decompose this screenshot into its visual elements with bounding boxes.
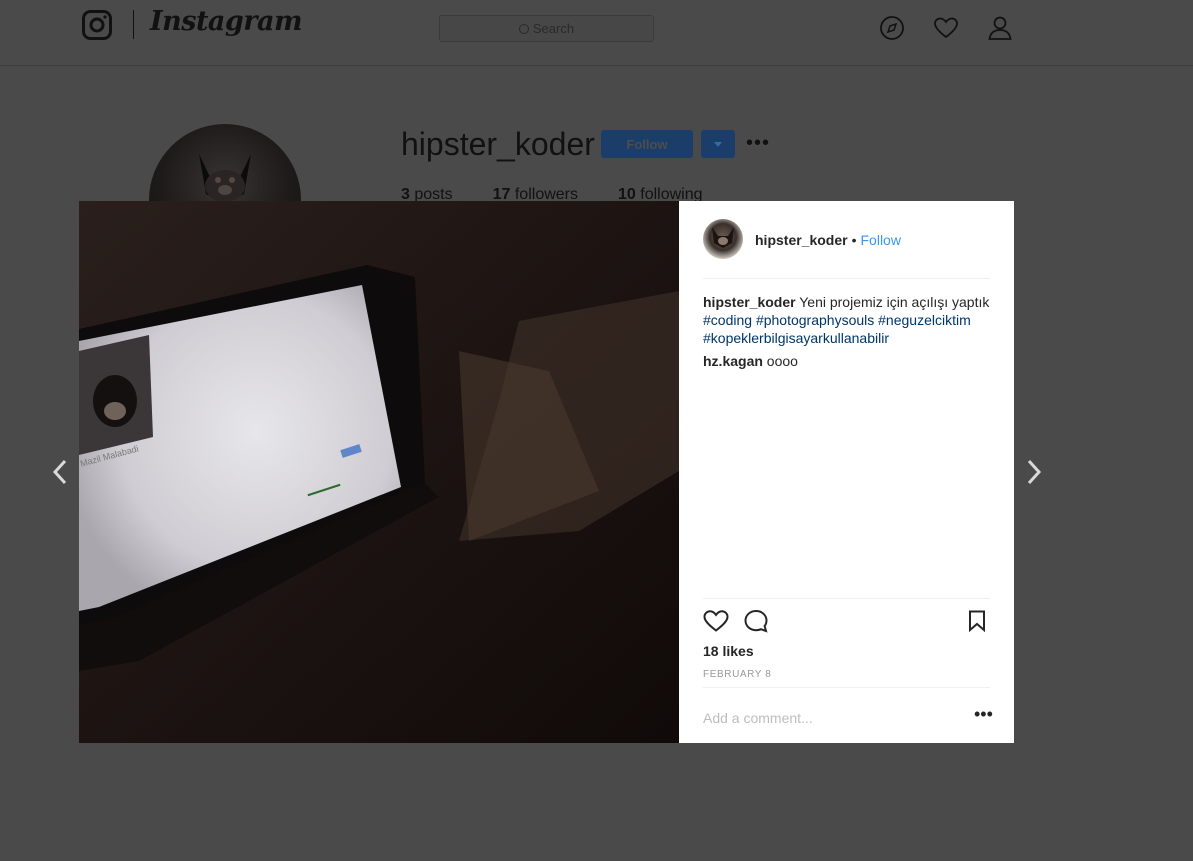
dog-avatar-image: [712, 227, 734, 248]
actions-divider: [703, 598, 990, 599]
post-header: hipster_koder • Follow: [755, 232, 901, 248]
likes-count[interactable]: 18 likes: [703, 643, 754, 659]
profile-username: hipster_koder: [401, 126, 595, 162]
post-follow-link[interactable]: Follow: [861, 232, 901, 248]
caret-down-icon: [714, 141, 722, 147]
like-heart-icon[interactable]: [703, 609, 729, 633]
next-arrow-icon[interactable]: [1025, 458, 1043, 486]
caption-text: Yeni projemiz için açılışı yaptık: [799, 294, 990, 310]
comment-username[interactable]: hz.kagan: [703, 353, 763, 369]
comment-divider: [703, 687, 990, 688]
search-input[interactable]: Search: [439, 15, 654, 42]
bookmark-icon[interactable]: [967, 610, 987, 632]
compass-icon[interactable]: [879, 15, 905, 41]
hashtag-link[interactable]: #kopeklerbilgisayarkullanabilir: [703, 330, 889, 346]
profile-options-icon[interactable]: •••: [746, 133, 770, 153]
user-icon[interactable]: [987, 15, 1013, 41]
search-placeholder: Search: [532, 21, 575, 36]
caption-username[interactable]: hipster_koder: [703, 294, 796, 310]
previous-arrow-icon[interactable]: [51, 458, 69, 486]
hashtag-link[interactable]: #coding: [703, 312, 752, 328]
logo-divider: [133, 10, 134, 39]
hashtag-link[interactable]: #neguzelciktim: [878, 312, 971, 328]
header-separator: •: [851, 232, 857, 248]
instagram-camera-icon[interactable]: [82, 10, 112, 40]
header-divider: [703, 278, 990, 279]
top-navigation-bar: Instagram Search: [0, 0, 1193, 66]
post-caption: hipster_koder Yeni projemiz için açılışı…: [703, 293, 991, 347]
post-date[interactable]: FEBRUARY 8: [703, 669, 771, 680]
post-author-avatar[interactable]: [703, 219, 743, 259]
comment-bubble-icon[interactable]: [743, 609, 769, 633]
profile-follow-button[interactable]: Follow: [601, 130, 693, 158]
laptop-photo-image: [79, 201, 679, 743]
post-options-icon[interactable]: •••: [974, 705, 993, 723]
post-photo[interactable]: Mazil Malabadi: [79, 201, 679, 743]
comment-item: hz.kagan oooo: [703, 353, 798, 369]
comment-text: oooo: [766, 353, 798, 369]
hashtag-link[interactable]: #photographysouls: [756, 312, 874, 328]
suggested-accounts-dropdown-button[interactable]: [701, 130, 735, 158]
search-icon: [518, 23, 529, 34]
post-details-panel: hipster_koder • Follow hipster_koder Yeni …: [679, 201, 1014, 743]
post-author-username[interactable]: hipster_koder: [755, 232, 848, 248]
heart-icon[interactable]: [933, 15, 959, 41]
instagram-wordmark[interactable]: Instagram: [150, 6, 303, 37]
add-comment-input[interactable]: Add a comment...: [703, 710, 813, 726]
